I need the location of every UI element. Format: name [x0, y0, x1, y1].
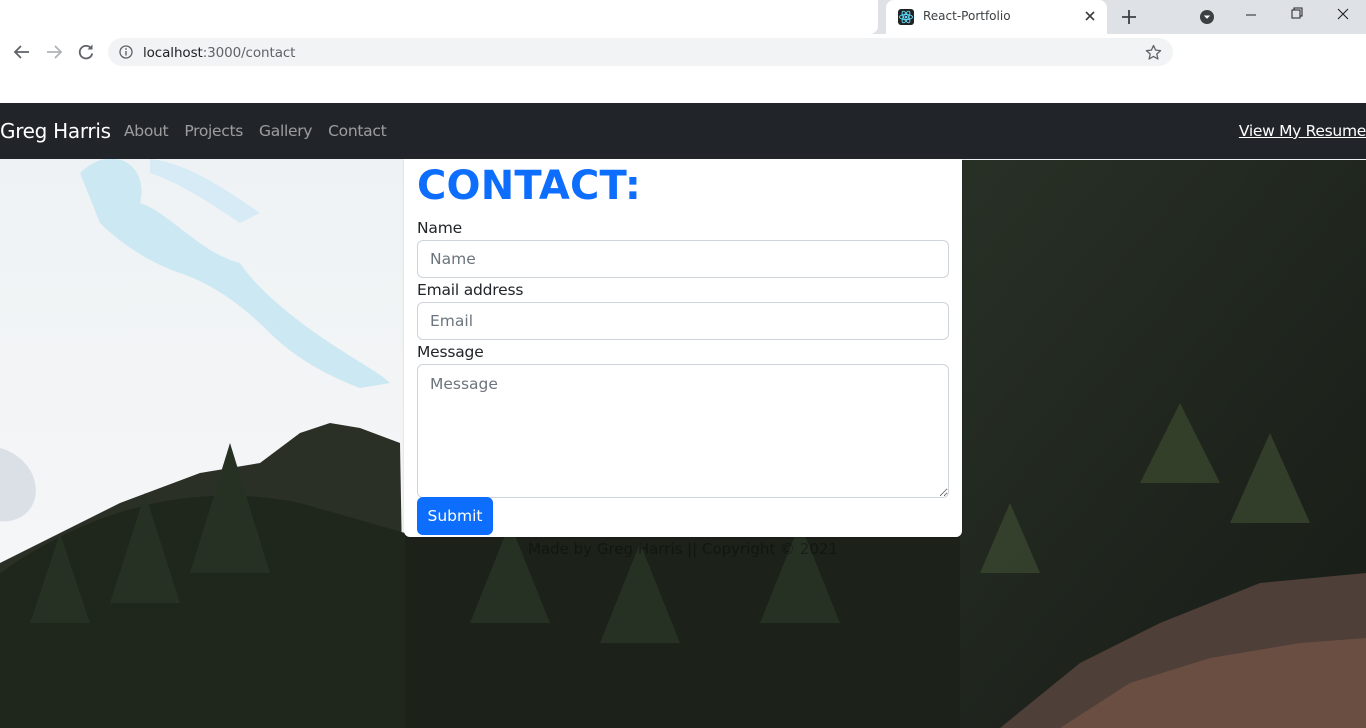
tab-strip-blank: [0, 0, 878, 34]
nav-links: About Projects Gallery Contact: [124, 122, 402, 140]
close-icon[interactable]: [1082, 8, 1098, 24]
email-input[interactable]: [417, 302, 949, 340]
window-close-icon[interactable]: [1320, 0, 1366, 32]
footer-copyright: Made by Greg Harris || Copyright © 2021: [528, 540, 838, 558]
email-label: Email address: [417, 281, 524, 299]
plus-icon[interactable]: [1117, 6, 1141, 28]
browser-toolbar: localhost:3000/contact: [0, 34, 1366, 70]
message-textarea[interactable]: [417, 364, 949, 498]
reload-icon[interactable]: [75, 41, 97, 63]
message-label: Message: [417, 343, 484, 361]
resume-link[interactable]: View My Resume: [1239, 122, 1366, 140]
nav-link-gallery[interactable]: Gallery: [259, 122, 312, 140]
chevron-down-icon[interactable]: [1198, 8, 1216, 26]
name-input[interactable]: [417, 240, 949, 278]
brand-logo[interactable]: Greg Harris: [0, 119, 111, 143]
arrow-left-icon[interactable]: [11, 41, 33, 63]
info-icon[interactable]: [119, 45, 133, 59]
page-viewport: Greg Harris About Projects Gallery Conta…: [0, 103, 1366, 728]
url-path: :3000/contact: [202, 45, 296, 61]
nav-link-about[interactable]: About: [124, 122, 169, 140]
react-icon: [898, 9, 914, 25]
url-text: localhost:3000/contact: [143, 45, 295, 61]
top-navbar: Greg Harris About Projects Gallery Conta…: [0, 103, 1366, 159]
nav-link-projects[interactable]: Projects: [184, 122, 243, 140]
submit-button[interactable]: Submit: [417, 497, 493, 535]
name-label: Name: [417, 219, 462, 237]
browser-tab-active[interactable]: React-Portfolio: [886, 0, 1107, 34]
minimize-icon[interactable]: [1228, 0, 1274, 32]
star-icon[interactable]: [1145, 44, 1162, 61]
tab-title: React-Portfolio: [923, 9, 1011, 23]
browser-chrome: React-Portfolio localhost:3000/contact: [0, 0, 1366, 103]
url-host: localhost: [143, 45, 203, 61]
arrow-right-icon[interactable]: [43, 41, 65, 63]
nav-link-contact[interactable]: Contact: [328, 122, 387, 140]
contact-card: CONTACT: Name Email address Message Subm…: [404, 159, 962, 537]
page-title: CONTACT:: [417, 163, 642, 209]
tab-strip: React-Portfolio: [0, 0, 1366, 34]
restore-icon[interactable]: [1274, 0, 1320, 32]
address-bar[interactable]: localhost:3000/contact: [108, 38, 1173, 66]
